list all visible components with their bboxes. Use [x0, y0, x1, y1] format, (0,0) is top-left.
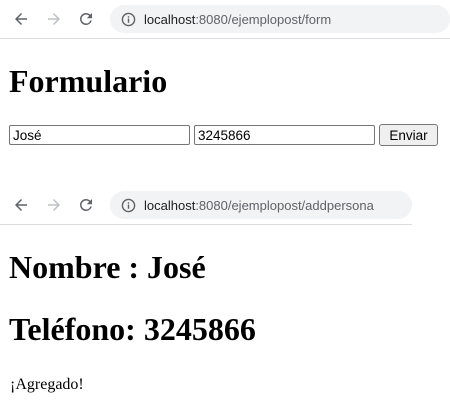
- address-bar[interactable]: localhost:8080/ejemplopost/addpersona: [110, 191, 412, 219]
- reload-icon: [79, 12, 92, 25]
- name-heading: Nombre : José: [9, 249, 206, 285]
- arrow-left-icon: [15, 13, 27, 25]
- url-host: localhost: [144, 11, 196, 27]
- name-input[interactable]: [9, 125, 190, 145]
- form-window: localhost:8080/ejemplopost/form Formular…: [0, 0, 450, 185]
- arrow-right-icon: [48, 199, 60, 211]
- forward-button[interactable]: [42, 7, 66, 31]
- status-message: ¡Agregado!: [10, 376, 84, 393]
- arrow-left-icon: [15, 199, 27, 211]
- info-icon[interactable]: [120, 197, 136, 213]
- arrow-right-icon: [48, 13, 60, 25]
- back-button[interactable]: [9, 193, 33, 217]
- address-bar[interactable]: localhost:8080/ejemplopost/form: [110, 5, 450, 33]
- reload-button[interactable]: [74, 193, 98, 217]
- phone-input[interactable]: [194, 125, 375, 145]
- browser-toolbar: localhost:8080/ejemplopost/addpersona: [0, 186, 412, 225]
- browser-toolbar: localhost:8080/ejemplopost/form: [0, 0, 450, 39]
- page-title: Formulario: [9, 63, 168, 99]
- submit-button[interactable]: Enviar: [379, 124, 438, 146]
- reload-icon: [79, 198, 92, 211]
- result-window: localhost:8080/ejemplopost/addpersona No…: [0, 186, 450, 414]
- forward-button[interactable]: [42, 193, 66, 217]
- url-path: :8080/ejemplopost/addpersona: [195, 197, 374, 213]
- url-host: localhost: [144, 197, 196, 213]
- reload-button[interactable]: [74, 7, 98, 31]
- url-path: :8080/ejemplopost/form: [195, 11, 332, 27]
- back-button[interactable]: [9, 7, 33, 31]
- phone-heading: Teléfono: 3245866: [9, 311, 256, 347]
- info-icon[interactable]: [120, 11, 136, 27]
